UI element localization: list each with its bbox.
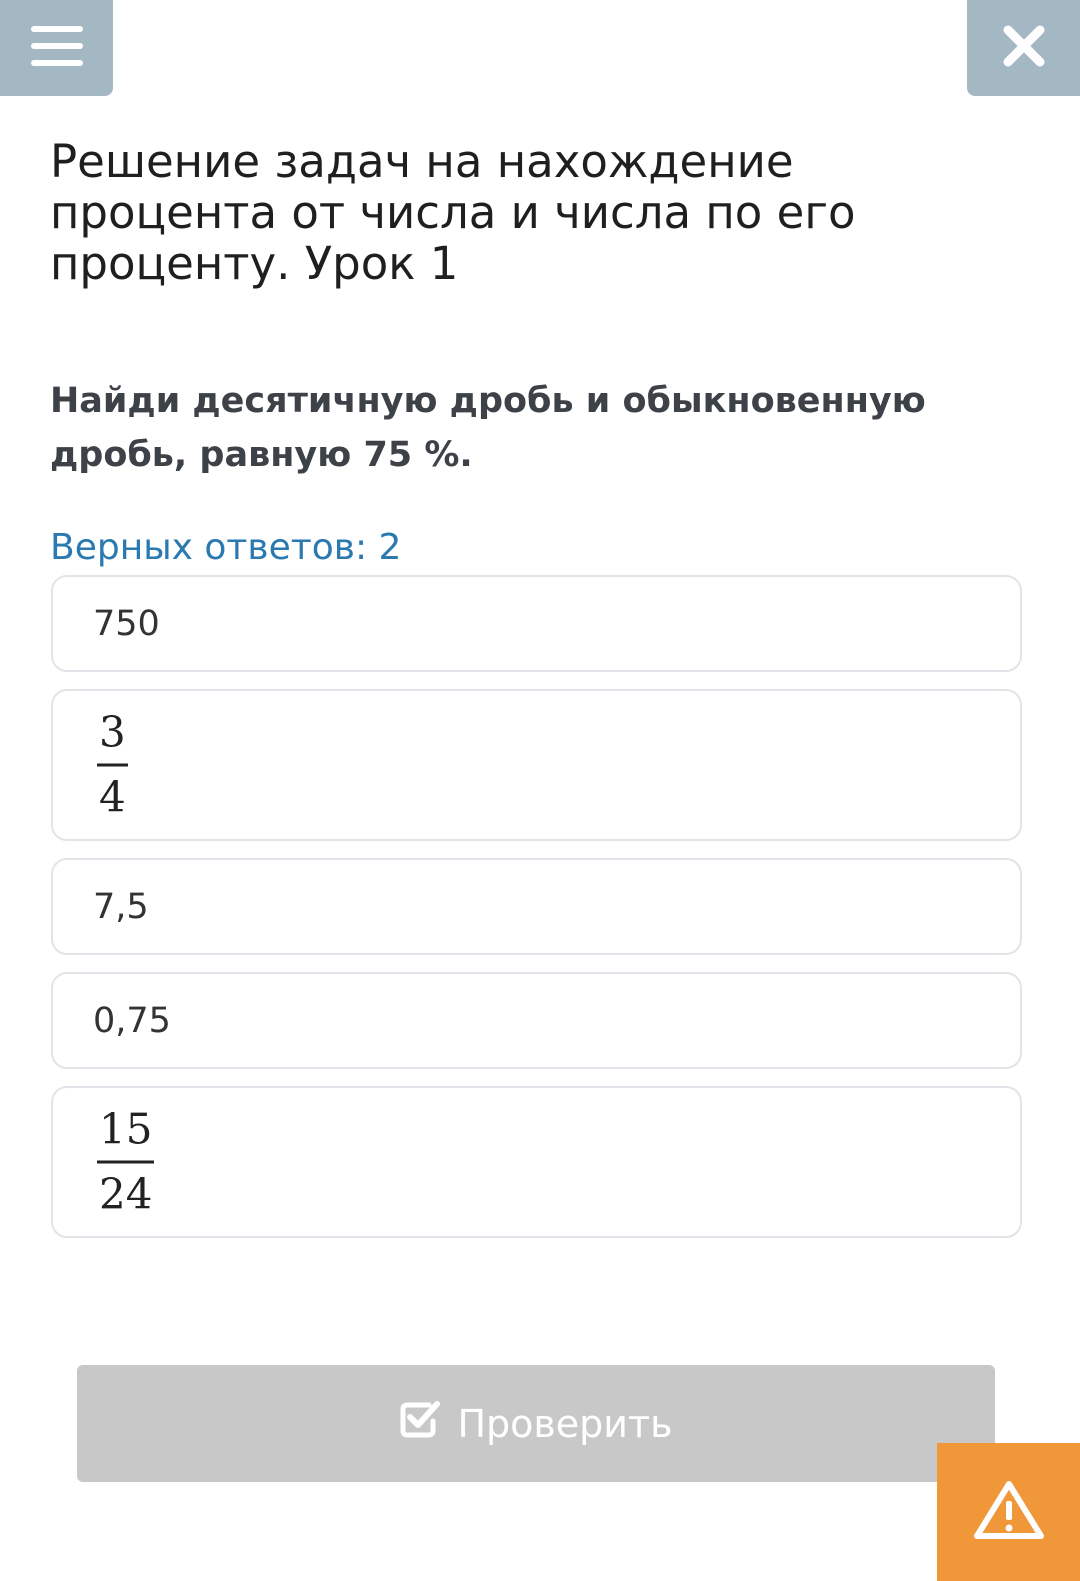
check-button[interactable]: Проверить: [77, 1365, 995, 1482]
check-button-label: Проверить: [457, 1401, 673, 1446]
answer-option-0-75[interactable]: 0,75: [51, 972, 1022, 1069]
fraction-denominator: 4: [99, 772, 126, 822]
option-label: 0,75: [93, 1000, 171, 1041]
report-problem-button[interactable]: [937, 1443, 1080, 1581]
menu-button[interactable]: [0, 0, 113, 96]
warning-triangle-icon: [973, 1479, 1045, 1545]
fraction-denominator: 24: [99, 1169, 153, 1219]
lesson-title: Решение задач на нахождение процента от …: [50, 135, 856, 290]
close-icon: [1002, 24, 1046, 72]
fraction: 3 4: [97, 704, 128, 827]
fraction: 15 24: [97, 1101, 155, 1224]
fraction-numerator: 3: [97, 704, 128, 767]
answer-option-750[interactable]: 750: [51, 575, 1022, 672]
hamburger-menu-icon: [30, 26, 83, 70]
fraction-numerator: 15: [97, 1101, 155, 1164]
close-button[interactable]: [967, 0, 1080, 96]
question-text: Найди десятичную дробь и обыкновенную др…: [50, 381, 926, 475]
option-label: 7,5: [93, 886, 149, 927]
correct-answers-count: Верных ответов: 2: [50, 527, 402, 568]
answer-option-3-4[interactable]: 3 4: [51, 689, 1022, 841]
answer-option-7-5[interactable]: 7,5: [51, 858, 1022, 955]
option-label: 750: [93, 603, 160, 644]
answer-option-15-24[interactable]: 15 24: [51, 1086, 1022, 1238]
checkbox-check-icon: [399, 1399, 441, 1448]
